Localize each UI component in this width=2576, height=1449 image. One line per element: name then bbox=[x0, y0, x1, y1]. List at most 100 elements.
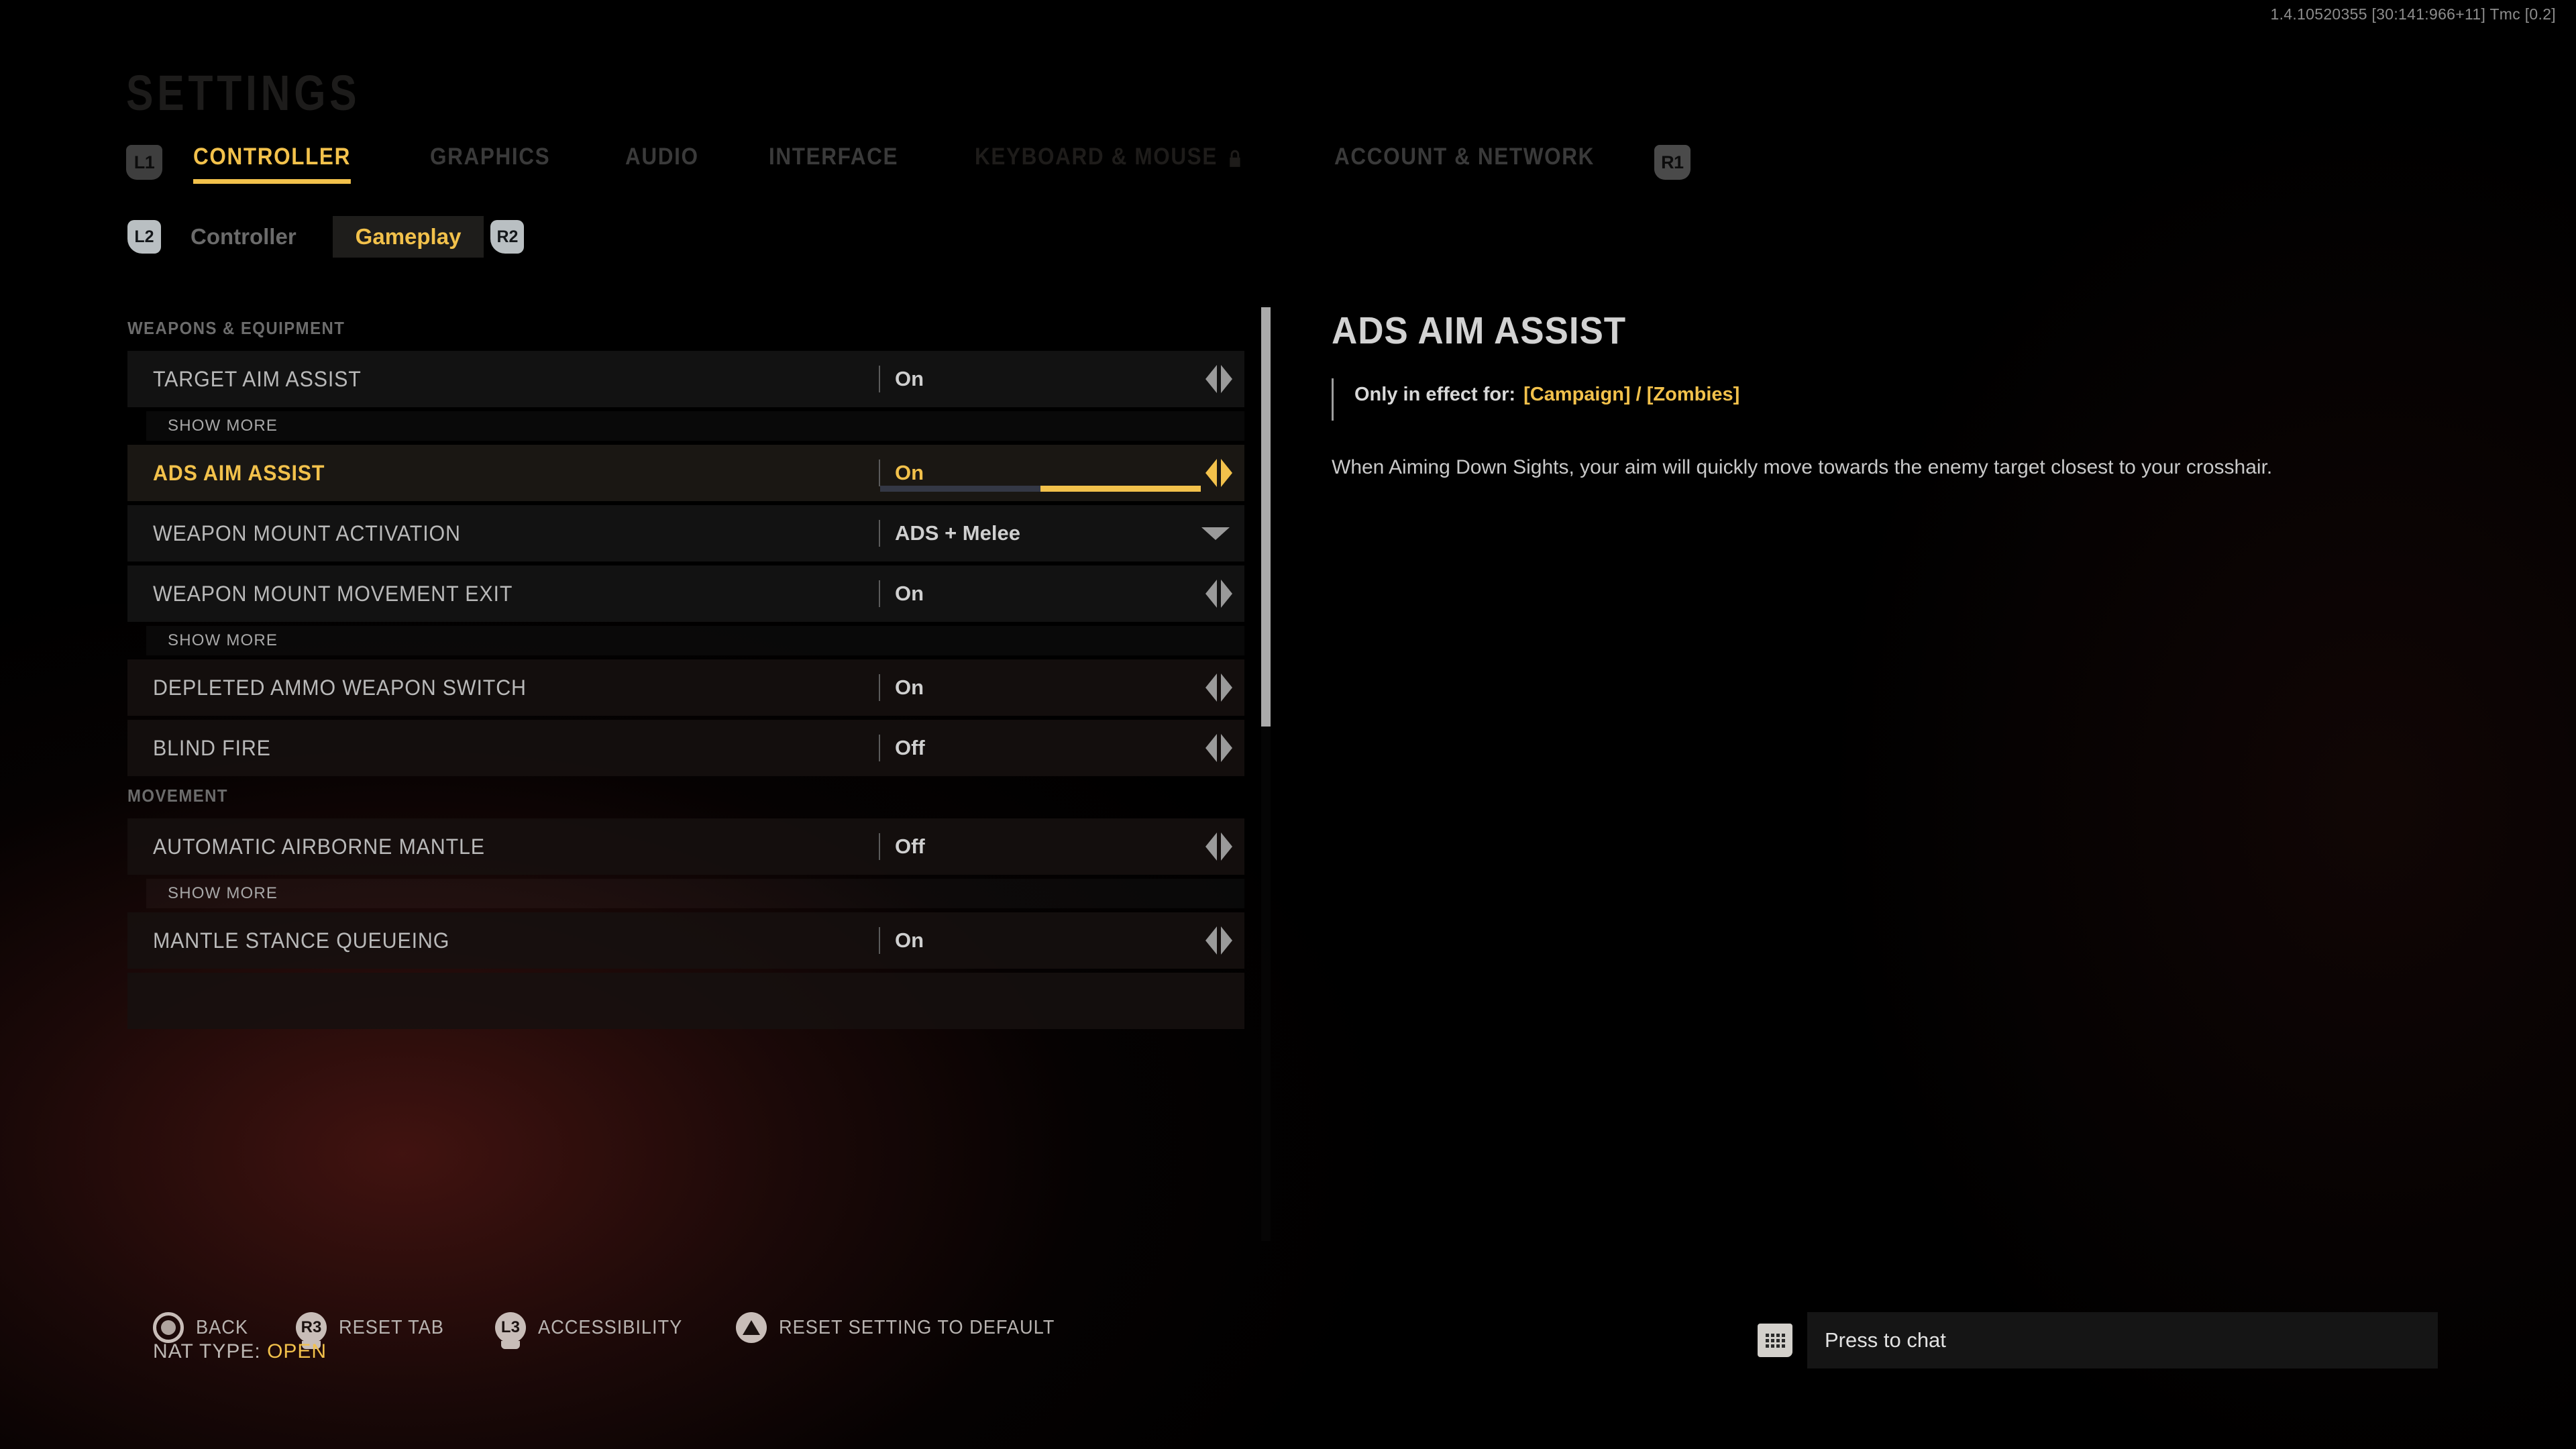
show-more-label: SHOW MORE bbox=[168, 631, 278, 649]
nat-type-status: NAT TYPE: OPEN bbox=[153, 1340, 327, 1363]
action-reset-setting-to-default[interactable]: RESET SETTING TO DEFAULT bbox=[735, 1312, 1073, 1343]
stepper-arrows bbox=[1205, 566, 1232, 622]
l2-trigger-badge[interactable]: L2 bbox=[127, 220, 161, 254]
group-title-movement: MOVEMENT bbox=[127, 786, 228, 806]
chat-input-box[interactable]: Press to chat bbox=[1807, 1312, 2438, 1368]
triangle-button-icon bbox=[735, 1312, 767, 1343]
tab-controller-label: CONTROLLER bbox=[193, 144, 351, 170]
r3-stick-icon: R3 bbox=[295, 1312, 327, 1349]
subtab-gameplay[interactable]: Gameplay bbox=[332, 216, 484, 258]
setting-value-area: ADS + Melee bbox=[879, 505, 1234, 561]
show-more-label: SHOW MORE bbox=[168, 417, 278, 435]
settings-list[interactable]: WEAPONS & EQUIPMENT TARGET AIM ASSIST On… bbox=[127, 309, 1244, 1241]
chevron-left-icon[interactable] bbox=[1205, 459, 1217, 487]
setting-value-area: Off bbox=[879, 720, 1234, 776]
page-title: SETTINGS bbox=[126, 65, 361, 121]
setting-value-area: Off bbox=[879, 818, 1234, 875]
chevron-right-icon[interactable] bbox=[1221, 926, 1232, 955]
chevron-right-icon[interactable] bbox=[1221, 674, 1232, 702]
detail-availability-note: Only in effect for: [Campaign] / [Zombies… bbox=[1332, 378, 2378, 421]
chevron-left-icon[interactable] bbox=[1205, 926, 1217, 955]
tab-controller[interactable]: CONTROLLER bbox=[193, 144, 351, 184]
setting-row-mantle-stance-queueing[interactable]: MANTLE STANCE QUEUEING On bbox=[127, 912, 1244, 969]
setting-label: WEAPON MOUNT MOVEMENT EXIT bbox=[153, 581, 513, 606]
setting-value: Off bbox=[895, 835, 925, 858]
chat-placeholder: Press to chat bbox=[1825, 1328, 1946, 1352]
tab-interface[interactable]: INTERFACE bbox=[769, 144, 898, 181]
setting-label: MANTLE STANCE QUEUEING bbox=[153, 928, 450, 953]
stepper-arrows bbox=[1205, 720, 1232, 776]
setting-value: On bbox=[895, 676, 924, 699]
chevron-left-icon[interactable] bbox=[1205, 365, 1217, 393]
setting-value: On bbox=[895, 928, 924, 952]
primary-tab-bar: L1 CONTROLLER GRAPHICS AUDIO INTERFACE K… bbox=[126, 144, 1690, 184]
setting-row-weapon-mount-activation[interactable]: WEAPON MOUNT ACTIVATION ADS + Melee bbox=[127, 505, 1244, 561]
setting-row-ads-aim-assist[interactable]: ADS AIM ASSIST On bbox=[127, 445, 1244, 501]
nat-type-label: NAT TYPE: bbox=[153, 1340, 261, 1362]
toggle-progress-bar[interactable] bbox=[880, 486, 1201, 492]
chevron-left-icon[interactable] bbox=[1205, 580, 1217, 608]
chevron-left-icon[interactable] bbox=[1205, 674, 1217, 702]
detail-note-prefix: Only in effect for: bbox=[1354, 384, 1516, 405]
tab-audio-label: AUDIO bbox=[625, 144, 699, 170]
build-version-label: 1.4.10520355 [30:141:966+11] Tmc [0.2] bbox=[2270, 5, 2556, 23]
circle-button-icon bbox=[153, 1312, 184, 1343]
setting-value-area: On bbox=[879, 351, 1234, 407]
setting-value-area: On bbox=[879, 912, 1234, 969]
setting-row-partial[interactable] bbox=[127, 973, 1244, 1029]
setting-value-area: On bbox=[879, 566, 1234, 622]
chevron-down-icon[interactable] bbox=[1201, 527, 1230, 540]
setting-value: Off bbox=[895, 736, 925, 759]
chevron-right-icon[interactable] bbox=[1221, 580, 1232, 608]
tab-audio[interactable]: AUDIO bbox=[625, 144, 699, 181]
setting-value-area: On bbox=[879, 445, 1234, 501]
chat-prompt[interactable]: Press to chat bbox=[1758, 1312, 2438, 1368]
setting-row-automatic-airborne-mantle[interactable]: AUTOMATIC AIRBORNE MANTLE Off bbox=[127, 818, 1244, 875]
chevron-left-icon[interactable] bbox=[1205, 734, 1217, 762]
subtab-controller[interactable]: Controller bbox=[168, 216, 319, 258]
detail-panel: ADS AIM ASSIST Only in effect for: [Campa… bbox=[1332, 309, 2378, 486]
tab-graphics-label: GRAPHICS bbox=[430, 144, 551, 170]
tab-account-and-network[interactable]: ACCOUNT & NETWORK bbox=[1334, 144, 1595, 181]
detail-title: ADS AIM ASSIST bbox=[1332, 309, 1627, 352]
background-vignette-right bbox=[1570, 0, 2576, 1449]
setting-row-target-aim-assist[interactable]: TARGET AIM ASSIST On bbox=[127, 351, 1244, 407]
stepper-arrows bbox=[1205, 912, 1232, 969]
show-more-button-2[interactable]: SHOW MORE bbox=[146, 626, 1244, 655]
sub-tab-bar: L2 Controller Gameplay R2 bbox=[127, 216, 525, 258]
setting-row-weapon-mount-movement-exit[interactable]: WEAPON MOUNT MOVEMENT EXIT On bbox=[127, 566, 1244, 622]
setting-value: ADS + Melee bbox=[895, 521, 1020, 545]
r1-bumper-badge[interactable]: R1 bbox=[1654, 145, 1690, 180]
toggle-segment-off bbox=[880, 486, 1040, 492]
setting-label: ADS AIM ASSIST bbox=[153, 460, 325, 485]
chevron-right-icon[interactable] bbox=[1221, 734, 1232, 762]
setting-row-depleted-ammo-weapon-switch[interactable]: DEPLETED AMMO WEAPON SWITCH On bbox=[127, 659, 1244, 716]
scrollbar-thumb[interactable] bbox=[1261, 307, 1271, 727]
r2-trigger-badge[interactable]: R2 bbox=[490, 220, 525, 254]
show-more-label: SHOW MORE bbox=[168, 884, 278, 902]
tab-interface-label: INTERFACE bbox=[768, 144, 899, 170]
chevron-right-icon[interactable] bbox=[1221, 365, 1232, 393]
tab-keyboard-and-mouse-label: KEYBOARD & MOUSE bbox=[974, 144, 1218, 170]
setting-row-blind-fire[interactable]: BLIND FIRE Off bbox=[127, 720, 1244, 776]
bottom-action-bar: BACK R3 RESET TAB L3 ACCESSIBILITY RESET… bbox=[153, 1312, 1117, 1349]
action-accessibility-label: ACCESSIBILITY bbox=[537, 1316, 683, 1338]
action-reset-tab[interactable]: R3 RESET TAB bbox=[295, 1312, 451, 1349]
l1-bumper-badge[interactable]: L1 bbox=[126, 145, 162, 180]
lock-icon bbox=[1227, 148, 1242, 168]
show-more-button-3[interactable]: SHOW MORE bbox=[146, 879, 1244, 908]
chevron-left-icon[interactable] bbox=[1205, 833, 1217, 861]
action-accessibility[interactable]: L3 ACCESSIBILITY bbox=[494, 1312, 692, 1349]
action-back[interactable]: BACK bbox=[153, 1312, 252, 1343]
tab-graphics[interactable]: GRAPHICS bbox=[430, 144, 550, 181]
stepper-arrows bbox=[1205, 351, 1232, 407]
nat-type-value: OPEN bbox=[267, 1340, 327, 1362]
setting-label: TARGET AIM ASSIST bbox=[153, 366, 362, 391]
tab-keyboard-and-mouse[interactable]: KEYBOARD & MOUSE bbox=[975, 144, 1243, 181]
action-reset-tab-label: RESET TAB bbox=[338, 1316, 444, 1338]
chevron-right-icon[interactable] bbox=[1221, 833, 1232, 861]
show-more-button-1[interactable]: SHOW MORE bbox=[146, 411, 1244, 441]
setting-label: WEAPON MOUNT ACTIVATION bbox=[153, 521, 461, 545]
setting-label: DEPLETED AMMO WEAPON SWITCH bbox=[153, 675, 527, 700]
chevron-right-icon[interactable] bbox=[1221, 459, 1232, 487]
